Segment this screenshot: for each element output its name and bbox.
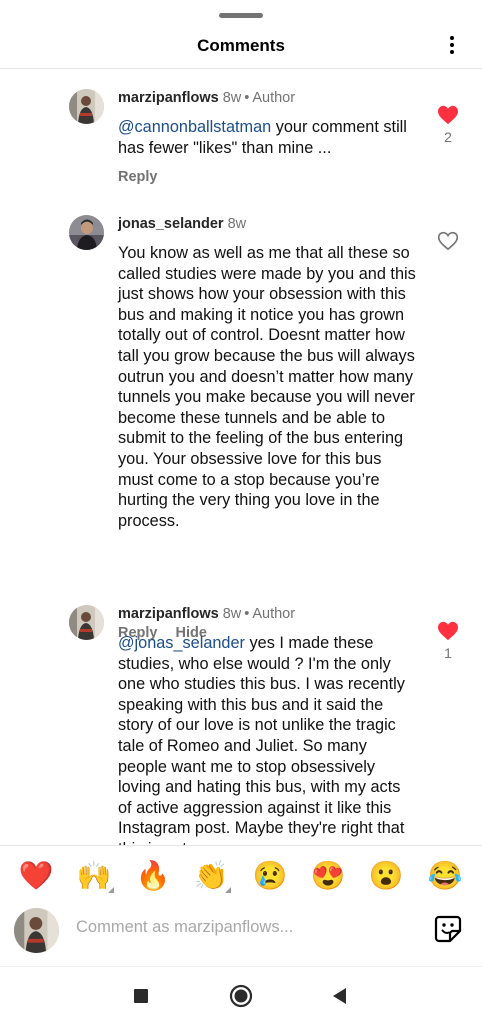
comment-username[interactable]: jonas_selander	[118, 216, 224, 232]
more-options-icon[interactable]	[440, 33, 464, 57]
page-title: Comments	[197, 36, 285, 55]
comments-header: Comments	[0, 22, 482, 68]
comment-time: 8w	[222, 606, 242, 622]
emoji-clapping-hands[interactable]: 👏	[191, 857, 231, 895]
system-navigation-bar	[0, 967, 482, 1024]
emoji-bar-divider	[0, 845, 482, 846]
recents-square-icon[interactable]	[128, 983, 154, 1009]
heart-outline-icon[interactable]	[437, 231, 459, 251]
comment-username[interactable]: marzipanflows	[118, 90, 219, 106]
emoji-surprised-face[interactable]: 😮	[366, 857, 406, 895]
comment-body: yes I made these studies, who else would…	[118, 634, 405, 846]
comment-actions: Reply	[118, 169, 158, 185]
comment-composer	[0, 906, 482, 958]
sheet-drag-handle[interactable]	[219, 13, 263, 18]
emoji-red-heart[interactable]: ❤️	[16, 857, 56, 895]
separator-dot: •	[244, 606, 250, 622]
comment-meta: marzipanflows 8w • Author	[118, 606, 295, 622]
comment-body: You know as well as me that all these so…	[118, 244, 416, 530]
comment-username[interactable]: marzipanflows	[118, 606, 219, 622]
comment-text: @jonas_selander yes I made these studies…	[118, 633, 418, 846]
comment-text: You know as well as me that all these so…	[118, 243, 418, 531]
comment-meta: marzipanflows 8w • Author	[118, 90, 295, 106]
emoji-quick-reactions: ❤️ 🙌 🔥 👏 😢 😍 😮 😂	[0, 853, 482, 899]
comment-text: @cannonballstatman your comment still ha…	[118, 117, 418, 158]
avatar[interactable]	[69, 605, 104, 640]
emoji-fire[interactable]: 🔥	[133, 857, 173, 895]
emoji-raised-hands[interactable]: 🙌	[74, 857, 114, 895]
reply-button[interactable]: Reply	[118, 169, 158, 185]
avatar[interactable]	[69, 89, 104, 124]
emoji-tears-of-joy[interactable]: 😂	[425, 857, 465, 895]
like-count: 2	[444, 129, 452, 145]
like-control: 2	[436, 105, 460, 145]
author-badge: Author	[252, 606, 296, 622]
comment-meta: jonas_selander 8w	[118, 216, 246, 232]
heart-filled-icon[interactable]	[437, 105, 459, 125]
sticker-icon[interactable]	[433, 914, 463, 944]
like-count: 1	[444, 645, 452, 661]
comment-time: 8w	[227, 216, 247, 232]
heart-filled-icon[interactable]	[437, 621, 459, 641]
comment-input[interactable]	[76, 918, 406, 937]
like-control: 1	[436, 621, 460, 661]
avatar	[14, 908, 59, 953]
home-circle-icon[interactable]	[228, 983, 254, 1009]
avatar[interactable]	[69, 215, 104, 250]
separator-dot: •	[244, 90, 250, 106]
comments-list[interactable]: marzipanflows 8w • Author @cannonballstatma…	[0, 69, 482, 846]
like-control	[436, 231, 460, 251]
author-badge: Author	[252, 90, 296, 106]
emoji-crying-face[interactable]: 😢	[250, 857, 290, 895]
mention-link[interactable]: @cannonballstatman	[118, 118, 271, 136]
back-triangle-icon[interactable]	[327, 983, 353, 1009]
emoji-heart-eyes[interactable]: 😍	[308, 857, 348, 895]
mention-link[interactable]: @jonas_selander	[118, 634, 245, 652]
comment-time: 8w	[222, 90, 242, 106]
